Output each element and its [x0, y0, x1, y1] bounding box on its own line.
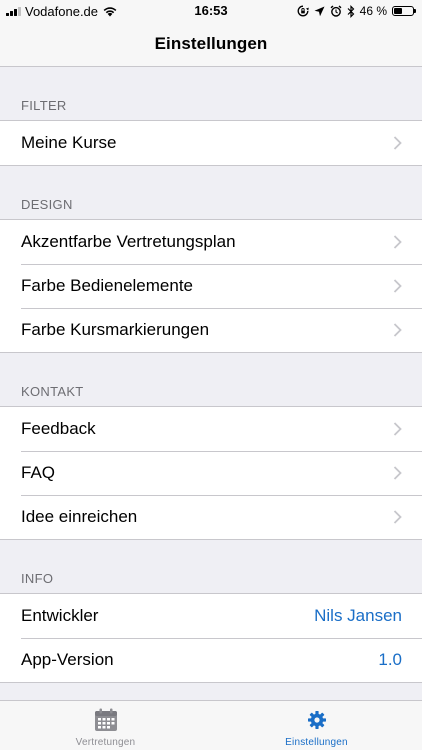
- row-app-version: App-Version 1.0: [0, 638, 422, 682]
- row-farbe-bedienelemente[interactable]: Farbe Bedienelemente: [0, 264, 422, 308]
- row-label: FAQ: [21, 463, 56, 482]
- app-version-value: 1.0: [378, 650, 402, 669]
- row-label: App-Version: [21, 650, 114, 669]
- section-header-info: INFO: [0, 540, 422, 594]
- row-meine-kurse[interactable]: Meine Kurse: [0, 121, 422, 165]
- row-label: Meine Kurse: [21, 133, 117, 152]
- row-label: Akzentfarbe Vertretungsplan: [21, 232, 236, 251]
- row-faq[interactable]: FAQ: [0, 451, 422, 495]
- chevron-right-icon: [393, 422, 402, 436]
- chevron-right-icon: [393, 136, 402, 150]
- developer-name-link[interactable]: Nils Jansen: [314, 606, 402, 626]
- section-header-filter: FILTER: [0, 67, 422, 121]
- tab-label: Vertretungen: [75, 737, 136, 748]
- status-right: 46 %: [297, 3, 416, 19]
- section-header-kontakt: KONTAKT: [0, 353, 422, 407]
- page-title: Einstellungen: [154, 34, 268, 53]
- section-info: Entwickler Nils Jansen App-Version 1.0: [0, 594, 422, 683]
- bluetooth-icon: [347, 4, 354, 18]
- battery-icon: [392, 6, 416, 16]
- chevron-right-icon: [393, 235, 402, 249]
- row-label: Farbe Bedienelemente: [21, 276, 194, 295]
- chevron-right-icon: [393, 279, 402, 293]
- chevron-right-icon: [393, 466, 402, 480]
- gear-icon: [303, 706, 331, 734]
- row-label: Feedback: [21, 419, 96, 438]
- tab-label: Einstellungen: [285, 737, 348, 748]
- row-feedback[interactable]: Feedback: [0, 407, 422, 451]
- section-kontakt: Feedback FAQ Idee einreichen: [0, 407, 422, 540]
- section-design: Akzentfarbe Vertretungsplan Farbe Bedien…: [0, 220, 422, 353]
- tab-einstellungen[interactable]: Einstellungen: [211, 701, 422, 750]
- row-idee-einreichen[interactable]: Idee einreichen: [0, 495, 422, 539]
- row-entwickler: Entwickler Nils Jansen: [0, 594, 422, 638]
- chevron-right-icon: [393, 510, 402, 524]
- tab-bar: Vertretungen Einstellungen: [0, 700, 422, 750]
- status-bar: Vodafone.de 16:53 46 %: [0, 0, 422, 22]
- tab-vertretungen[interactable]: Vertretungen: [0, 701, 211, 750]
- location-icon: [314, 6, 325, 16]
- row-label: Idee einreichen: [21, 507, 138, 526]
- row-farbe-kursmarkierungen[interactable]: Farbe Kursmarkierungen: [0, 308, 422, 352]
- settings-list[interactable]: FILTER Meine Kurse DESIGN Akzentfarbe Ve…: [0, 67, 422, 701]
- calendar-icon: [92, 706, 120, 734]
- row-label: Entwickler: [21, 606, 99, 625]
- alarm-icon: [330, 5, 342, 17]
- section-header-design: DESIGN: [0, 166, 422, 220]
- chevron-right-icon: [393, 323, 402, 337]
- row-akzentfarbe[interactable]: Akzentfarbe Vertretungsplan: [0, 220, 422, 264]
- battery-percent: 46 %: [359, 4, 387, 18]
- screen-lock-icon: [297, 5, 309, 17]
- row-label: Farbe Kursmarkierungen: [21, 320, 210, 339]
- section-filter: Meine Kurse: [0, 121, 422, 166]
- navigation-bar: Einstellungen: [0, 22, 422, 67]
